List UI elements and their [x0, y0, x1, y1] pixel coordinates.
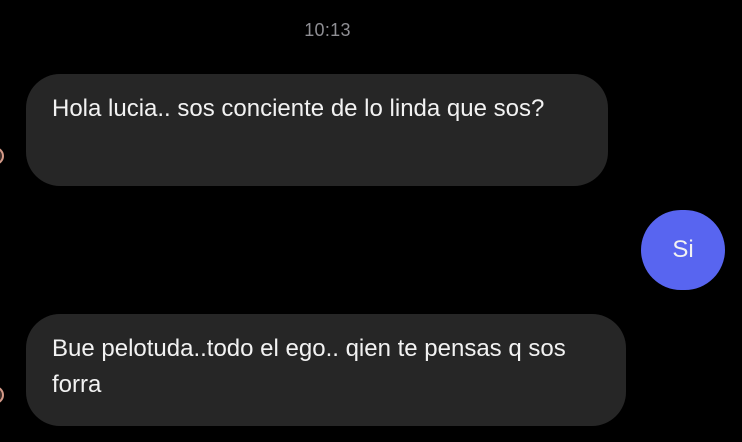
incoming-message-bubble[interactable]: Hola lucia.. sos conciente de lo linda q… [26, 74, 608, 186]
sender-avatar[interactable] [0, 386, 4, 404]
incoming-message-bubble[interactable]: Bue pelotuda..todo el ego.. qien te pens… [26, 314, 626, 426]
message-timestamp: 10:13 [304, 20, 351, 40]
outgoing-message-bubble[interactable]: Si [641, 210, 725, 290]
sender-avatar[interactable] [0, 147, 4, 165]
